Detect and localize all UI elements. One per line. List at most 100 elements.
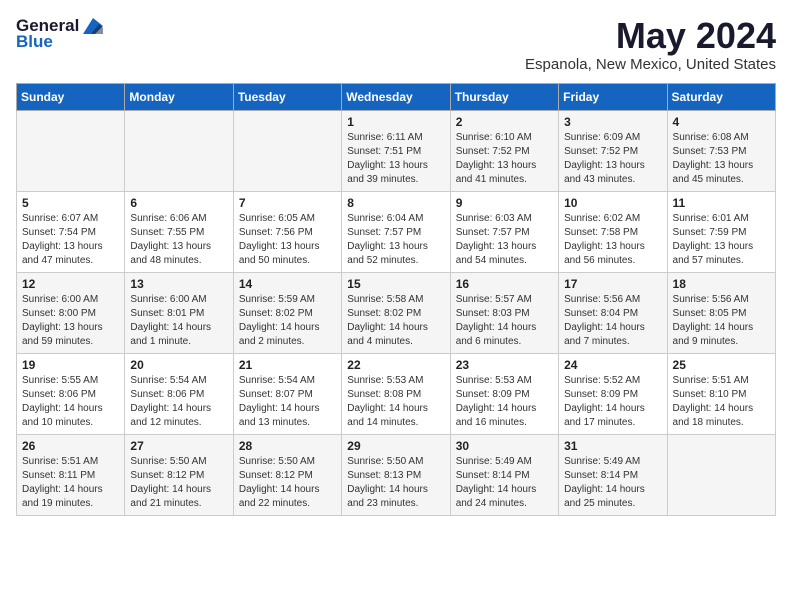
location: Espanola, New Mexico, United States <box>525 56 776 73</box>
table-row: 22Sunrise: 5:53 AM Sunset: 8:08 PM Dayli… <box>342 353 450 434</box>
day-number: 10 <box>564 196 661 210</box>
cell-content: Sunrise: 6:02 AM Sunset: 7:58 PM Dayligh… <box>564 212 661 268</box>
day-number: 16 <box>456 277 553 291</box>
table-row: 8 Sunrise: 6:04 AM Sunset: 7:57 PM Daylig… <box>342 191 450 272</box>
day-number: 23 <box>456 358 553 372</box>
table-row: 5 Sunrise: 6:07 AM Sunset: 7:54 PM Daylig… <box>17 191 125 272</box>
day-number: 20 <box>130 358 227 372</box>
table-row: 3 Sunrise: 6:09 AM Sunset: 7:52 PM Daylig… <box>559 110 667 191</box>
cell-content: Sunrise: 5:56 AM Sunset: 8:05 PM Dayligh… <box>673 293 770 349</box>
month-title: May 2024 <box>525 16 776 56</box>
day-number: 14 <box>239 277 336 291</box>
cell-content: Sunrise: 5:50 AM Sunset: 8:12 PM Dayligh… <box>130 455 227 511</box>
table-row: 9 Sunrise: 6:03 AM Sunset: 7:57 PM Daylig… <box>450 191 558 272</box>
cell-content: Sunrise: 5:58 AM Sunset: 8:02 PM Dayligh… <box>347 293 444 349</box>
table-row <box>17 110 125 191</box>
day-number: 1 <box>347 115 444 129</box>
table-row: 10 Sunrise: 6:02 AM Sunset: 7:58 PM Dayli… <box>559 191 667 272</box>
table-row: 14 Sunrise: 5:59 AM Sunset: 8:02 PM Dayli… <box>233 272 341 353</box>
table-row: 23Sunrise: 5:53 AM Sunset: 8:09 PM Dayli… <box>450 353 558 434</box>
cell-content: Sunrise: 6:03 AM Sunset: 7:57 PM Dayligh… <box>456 212 553 268</box>
table-row: 2Sunrise: 6:10 AM Sunset: 7:52 PM Daylig… <box>450 110 558 191</box>
table-row <box>667 434 775 515</box>
calendar-week-3: 19Sunrise: 5:55 AM Sunset: 8:06 PM Dayli… <box>17 353 776 434</box>
day-number: 26 <box>22 439 119 453</box>
table-row: 19Sunrise: 5:55 AM Sunset: 8:06 PM Dayli… <box>17 353 125 434</box>
cell-content: Sunrise: 5:54 AM Sunset: 8:07 PM Dayligh… <box>239 374 336 430</box>
title-area: May 2024 Espanola, New Mexico, United St… <box>525 16 776 73</box>
col-tuesday: Tuesday <box>233 83 341 110</box>
day-number: 25 <box>673 358 770 372</box>
day-number: 9 <box>456 196 553 210</box>
table-row: 28 Sunrise: 5:50 AM Sunset: 8:12 PM Dayli… <box>233 434 341 515</box>
day-number: 21 <box>239 358 336 372</box>
day-number: 22 <box>347 358 444 372</box>
day-number: 15 <box>347 277 444 291</box>
day-number: 12 <box>22 277 119 291</box>
table-row: 18 Sunrise: 5:56 AM Sunset: 8:05 PM Dayli… <box>667 272 775 353</box>
calendar-week-1: 5 Sunrise: 6:07 AM Sunset: 7:54 PM Daylig… <box>17 191 776 272</box>
day-number: 4 <box>673 115 770 129</box>
table-row: 27 Sunrise: 5:50 AM Sunset: 8:12 PM Dayli… <box>125 434 233 515</box>
header-row: Sunday Monday Tuesday Wednesday Thursday… <box>17 83 776 110</box>
day-number: 3 <box>564 115 661 129</box>
cell-content: Sunrise: 6:00 AM Sunset: 8:01 PM Dayligh… <box>130 293 227 349</box>
table-row <box>233 110 341 191</box>
cell-content: Sunrise: 5:50 AM Sunset: 8:12 PM Dayligh… <box>239 455 336 511</box>
col-sunday: Sunday <box>17 83 125 110</box>
table-row: 20 Sunrise: 5:54 AM Sunset: 8:06 PM Dayli… <box>125 353 233 434</box>
cell-content: Sunrise: 6:09 AM Sunset: 7:52 PM Dayligh… <box>564 131 661 187</box>
cell-content: Sunrise: 5:59 AM Sunset: 8:02 PM Dayligh… <box>239 293 336 349</box>
cell-content: Sunrise: 5:51 AM Sunset: 8:11 PM Dayligh… <box>22 455 119 511</box>
col-friday: Friday <box>559 83 667 110</box>
table-row: 25 Sunrise: 5:51 AM Sunset: 8:10 PM Dayli… <box>667 353 775 434</box>
table-row: 12 Sunrise: 6:00 AM Sunset: 8:00 PM Dayli… <box>17 272 125 353</box>
logo: General Blue <box>16 16 103 52</box>
day-number: 7 <box>239 196 336 210</box>
day-number: 29 <box>347 439 444 453</box>
day-number: 28 <box>239 439 336 453</box>
day-number: 27 <box>130 439 227 453</box>
col-thursday: Thursday <box>450 83 558 110</box>
table-row: 16 Sunrise: 5:57 AM Sunset: 8:03 PM Dayli… <box>450 272 558 353</box>
cell-content: Sunrise: 6:08 AM Sunset: 7:53 PM Dayligh… <box>673 131 770 187</box>
day-number: 5 <box>22 196 119 210</box>
table-row <box>125 110 233 191</box>
table-row: 15 Sunrise: 5:58 AM Sunset: 8:02 PM Dayli… <box>342 272 450 353</box>
cell-content: Sunrise: 6:11 AM Sunset: 7:51 PM Dayligh… <box>347 131 444 187</box>
day-number: 11 <box>673 196 770 210</box>
table-row: 24 Sunrise: 5:52 AM Sunset: 8:09 PM Dayli… <box>559 353 667 434</box>
cell-content: Sunrise: 5:56 AM Sunset: 8:04 PM Dayligh… <box>564 293 661 349</box>
cell-content: Sunrise: 6:10 AM Sunset: 7:52 PM Dayligh… <box>456 131 553 187</box>
col-wednesday: Wednesday <box>342 83 450 110</box>
cell-content: Sunrise: 5:52 AM Sunset: 8:09 PM Dayligh… <box>564 374 661 430</box>
table-row: 26 Sunrise: 5:51 AM Sunset: 8:11 PM Dayli… <box>17 434 125 515</box>
cell-content: Sunrise: 6:01 AM Sunset: 7:59 PM Dayligh… <box>673 212 770 268</box>
cell-content: Sunrise: 5:49 AM Sunset: 8:14 PM Dayligh… <box>564 455 661 511</box>
table-row: 30 Sunrise: 5:49 AM Sunset: 8:14 PM Dayli… <box>450 434 558 515</box>
cell-content: Sunrise: 6:05 AM Sunset: 7:56 PM Dayligh… <box>239 212 336 268</box>
logo-icon <box>83 18 103 34</box>
cell-content: Sunrise: 6:04 AM Sunset: 7:57 PM Dayligh… <box>347 212 444 268</box>
cell-content: Sunrise: 5:57 AM Sunset: 8:03 PM Dayligh… <box>456 293 553 349</box>
cell-content: Sunrise: 5:51 AM Sunset: 8:10 PM Dayligh… <box>673 374 770 430</box>
table-row: 6Sunrise: 6:06 AM Sunset: 7:55 PM Daylig… <box>125 191 233 272</box>
calendar-table: Sunday Monday Tuesday Wednesday Thursday… <box>16 83 776 516</box>
table-row: 13 Sunrise: 6:00 AM Sunset: 8:01 PM Dayli… <box>125 272 233 353</box>
day-number: 13 <box>130 277 227 291</box>
table-row: 29Sunrise: 5:50 AM Sunset: 8:13 PM Dayli… <box>342 434 450 515</box>
table-row: 17Sunrise: 5:56 AM Sunset: 8:04 PM Dayli… <box>559 272 667 353</box>
day-number: 30 <box>456 439 553 453</box>
calendar-week-0: 1 Sunrise: 6:11 AM Sunset: 7:51 PM Daylig… <box>17 110 776 191</box>
day-number: 8 <box>347 196 444 210</box>
calendar-week-4: 26 Sunrise: 5:51 AM Sunset: 8:11 PM Dayli… <box>17 434 776 515</box>
table-row: 4 Sunrise: 6:08 AM Sunset: 7:53 PM Daylig… <box>667 110 775 191</box>
cell-content: Sunrise: 6:00 AM Sunset: 8:00 PM Dayligh… <box>22 293 119 349</box>
cell-content: Sunrise: 5:49 AM Sunset: 8:14 PM Dayligh… <box>456 455 553 511</box>
table-row: 7 Sunrise: 6:05 AM Sunset: 7:56 PM Daylig… <box>233 191 341 272</box>
cell-content: Sunrise: 5:54 AM Sunset: 8:06 PM Dayligh… <box>130 374 227 430</box>
cell-content: Sunrise: 6:06 AM Sunset: 7:55 PM Dayligh… <box>130 212 227 268</box>
cell-content: Sunrise: 6:07 AM Sunset: 7:54 PM Dayligh… <box>22 212 119 268</box>
day-number: 18 <box>673 277 770 291</box>
day-number: 24 <box>564 358 661 372</box>
